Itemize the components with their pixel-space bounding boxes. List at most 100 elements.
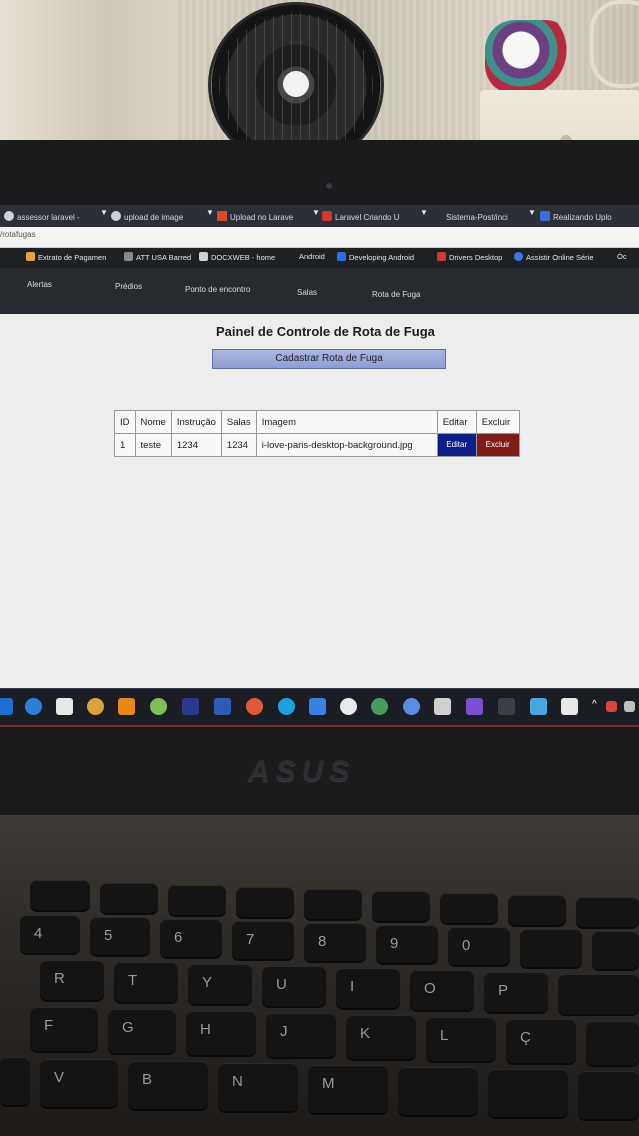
key[interactable] (586, 1021, 639, 1065)
key[interactable]: 9 (376, 925, 438, 963)
edge-icon[interactable] (25, 698, 42, 715)
tools-icon[interactable] (434, 698, 451, 715)
function-key[interactable] (304, 889, 362, 919)
key[interactable]: L (426, 1017, 496, 1061)
function-key[interactable] (508, 895, 566, 925)
key[interactable] (578, 1071, 639, 1119)
key[interactable]: 7 (232, 921, 294, 959)
key[interactable] (0, 1057, 30, 1105)
app-circle-icon[interactable] (340, 698, 357, 715)
key[interactable]: B (128, 1061, 208, 1109)
chrome-icon[interactable] (87, 698, 104, 715)
function-key[interactable] (576, 897, 639, 927)
app-window-icon[interactable] (530, 698, 547, 715)
function-key[interactable] (100, 883, 158, 913)
bookmark-item[interactable]: Óc (617, 252, 627, 261)
function-key[interactable] (440, 893, 498, 923)
chevron-up-icon[interactable]: ^ (592, 699, 597, 710)
app-arrow-icon[interactable] (309, 698, 326, 715)
key[interactable]: 5 (90, 917, 150, 955)
function-key[interactable] (30, 880, 90, 910)
key[interactable]: J (266, 1013, 336, 1057)
function-key[interactable] (372, 891, 430, 921)
key[interactable] (520, 929, 582, 967)
browser-tab[interactable]: Sistema-Post/inci (446, 209, 508, 227)
close-icon[interactable]: ▼ (420, 209, 428, 217)
key[interactable]: T (114, 962, 178, 1002)
close-icon[interactable]: ▼ (312, 209, 320, 217)
photoshop-icon[interactable] (182, 698, 199, 715)
key[interactable]: 0 (448, 927, 510, 965)
key[interactable]: Ç (506, 1019, 576, 1063)
address-bar[interactable]: /rotafugas (0, 227, 639, 248)
bookmark-item[interactable]: DOCXWEB - home (199, 252, 275, 262)
app-disc-icon[interactable] (403, 698, 420, 715)
app-red-icon[interactable] (246, 698, 263, 715)
close-icon[interactable]: ▼ (100, 209, 108, 217)
delete-button[interactable]: Excluir (476, 434, 519, 456)
visual-studio-icon[interactable] (466, 698, 483, 715)
browser-tab[interactable]: upload de image (111, 209, 183, 227)
bookmark-icon (437, 252, 446, 261)
vlc-icon[interactable] (118, 698, 135, 715)
bookmark-item[interactable]: Assistir Online Série (514, 252, 594, 262)
key[interactable] (592, 931, 639, 969)
key[interactable]: Y (188, 964, 252, 1004)
nav-item-salas[interactable]: Salas (297, 288, 317, 297)
key[interactable]: M (308, 1065, 388, 1113)
key[interactable] (488, 1069, 568, 1117)
key[interactable]: I (336, 968, 400, 1008)
key[interactable]: P (484, 972, 548, 1012)
start-icon[interactable] (0, 698, 13, 715)
key-label: H (200, 1021, 211, 1038)
store-icon[interactable] (56, 698, 73, 715)
tray-app-icon[interactable] (606, 701, 617, 712)
tray-network-icon[interactable] (624, 701, 635, 712)
key[interactable]: V (40, 1059, 118, 1107)
app-blue-icon[interactable] (214, 698, 231, 715)
browser-tab[interactable]: assessor laravel - (4, 209, 80, 227)
key[interactable]: 4 (20, 915, 80, 953)
create-route-button[interactable]: Cadastrar Rota de Fuga (212, 349, 446, 369)
key[interactable]: 8 (304, 923, 366, 961)
nav-item-ponto-de-encontro[interactable]: Ponto de encontro (185, 285, 250, 294)
bookmark-label: Assistir Online Série (526, 253, 594, 262)
key[interactable]: N (218, 1063, 298, 1111)
column-header: ID (114, 410, 136, 434)
edit-button[interactable]: Editar (437, 434, 476, 456)
key[interactable] (558, 974, 639, 1014)
key[interactable]: U (262, 966, 326, 1006)
bookmark-item[interactable]: Extrato de Pagamen (26, 252, 106, 262)
app-green-icon[interactable] (150, 698, 167, 715)
bookmark-item[interactable]: Developing Android (337, 252, 414, 262)
key[interactable]: H (186, 1011, 256, 1055)
function-key[interactable] (236, 887, 294, 917)
bookmark-item[interactable]: ATT USA Barred (124, 252, 191, 262)
close-icon[interactable]: ▼ (528, 209, 536, 217)
browser-tab[interactable]: Laravel Criando U (322, 209, 399, 227)
app-note-icon[interactable] (561, 698, 578, 715)
skype-icon[interactable] (278, 698, 295, 715)
key-label: Y (202, 974, 213, 991)
bookmark-item[interactable]: Drivers Desktop (437, 252, 502, 262)
key[interactable]: F (30, 1007, 98, 1051)
key[interactable] (398, 1067, 478, 1115)
close-icon[interactable]: ▼ (206, 209, 214, 217)
function-key[interactable] (168, 885, 226, 915)
key[interactable]: 6 (160, 919, 222, 957)
key-label: Ç (520, 1029, 531, 1046)
key[interactable]: G (108, 1009, 176, 1053)
nav-item-predios[interactable]: Prédios (115, 282, 142, 291)
nav-item-alertas[interactable]: Alertas (27, 280, 52, 289)
terminal-icon[interactable] (498, 698, 515, 715)
bookmark-item[interactable]: Android (299, 252, 325, 261)
app-globe-icon[interactable] (371, 698, 388, 715)
key[interactable]: K (346, 1015, 416, 1059)
nav-item-rota-de-fuga[interactable]: Rota de Fuga (372, 290, 420, 299)
google-icon (111, 211, 121, 221)
key[interactable]: O (410, 970, 474, 1010)
browser-tab-active[interactable]: Realizando Uplo (540, 209, 612, 227)
key[interactable]: R (40, 960, 104, 1000)
browser-tab[interactable]: Upload no Larave (217, 209, 293, 227)
bookmarks-bar: Extrato de Pagamen ATT USA Barred DOCXWE… (0, 248, 639, 268)
